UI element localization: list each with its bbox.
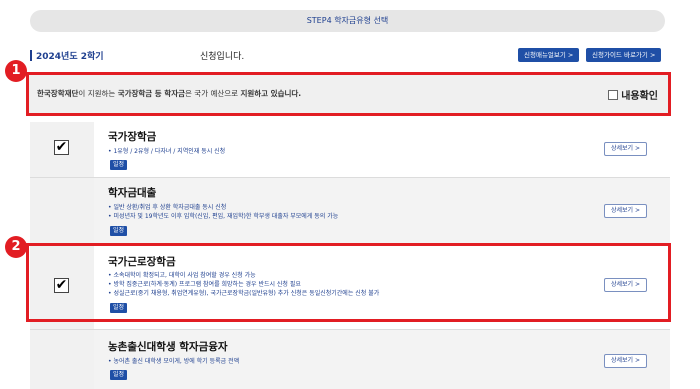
item-desc: • 성실근로(중기 채용형, 취업연계유형), 국가근로장학금(일반유형) 추가… (108, 290, 380, 297)
item-desc: • 소속대학이 확정되고, 대학이 사업 참여할 경우 신청 가능 (108, 272, 256, 279)
detail-button[interactable]: 상세보기 > (604, 142, 648, 156)
term-accent-bar (30, 50, 32, 61)
item-checkbox[interactable]: ✔ (54, 140, 69, 155)
guide-button[interactable]: 신청가이드 바로가기 > (586, 48, 662, 62)
schedule-badge[interactable]: 일정 (110, 303, 128, 313)
list-item-rural-loan: 농촌출신대학생 학자금융자 • 농어촌 출신 대학생 모이게, 방에 학기 등록… (30, 330, 670, 389)
notice-message: 한국장학재단이 지원하는 국가장학금 등 학자금은 국가 예산으로 지원하고 있… (37, 88, 301, 99)
notice-keyword: 국가장학금 등 학자금 (117, 89, 186, 98)
annotation-marker-2: 2 (5, 236, 27, 258)
detail-button[interactable]: 상세보기 > (604, 278, 648, 292)
term-label: 2024년도 2학기 (36, 52, 104, 62)
term-header: 2024년도 2학기 신청입니다. 신청매뉴얼보기 > 신청가이드 바로가기 > (30, 48, 670, 64)
annotation-marker-1: 1 (5, 60, 27, 82)
item-desc: • 방학 집중근로(하계·동계) 프로그램 참여를 희망하는 경우 반드시 신청… (108, 281, 301, 288)
list-item-national-scholarship: ✔ 국가장학금 • 1유형 / 2유형 / 다자녀 / 지역인재 동시 신청 일… (30, 122, 670, 178)
manual-button[interactable]: 신청매뉴얼보기 > (518, 48, 580, 62)
item-desc: • 1유형 / 2유형 / 다자녀 / 지역인재 동시 신청 (108, 148, 226, 155)
item-desc: • 일반 상환/취업 후 상환 학자금대출 동시 신청 (108, 204, 227, 211)
list-item-student-loan: 학자금대출 • 일반 상환/취업 후 상환 학자금대출 동시 신청 • 미성년자… (30, 178, 670, 244)
notice-text-a: 이 지원하는 (78, 89, 118, 98)
detail-button[interactable]: 상세보기 > (604, 354, 648, 368)
checkbox-column (30, 330, 94, 389)
confirm-checkbox[interactable]: 내용확인 (608, 87, 658, 102)
notice-text-b: 은 국가 예산으로 (185, 89, 241, 98)
notice-box: 한국장학재단이 지원하는 국가장학금 등 학자금은 국가 예산으로 지원하고 있… (26, 72, 671, 116)
scholarship-type-list: ✔ 국가장학금 • 1유형 / 2유형 / 다자녀 / 지역인재 동시 신청 일… (30, 122, 670, 389)
list-item-work-scholarship: ✔ 국가근로장학금 • 소속대학이 확정되고, 대학이 사업 참여할 경우 신청… (30, 244, 670, 330)
item-title: 국가장학금 (108, 131, 157, 143)
confirm-checkbox-box[interactable] (608, 89, 619, 100)
confirm-label: 내용확인 (621, 91, 658, 102)
item-title: 국가근로장학금 (108, 256, 176, 268)
schedule-badge[interactable]: 일정 (110, 160, 128, 170)
apply-status-text: 신청입니다. (200, 52, 245, 62)
item-title: 농촌출신대학생 학자금융자 (108, 341, 228, 353)
step-indicator: STEP4 학자금유형 선택 (30, 10, 665, 32)
notice-org: 한국장학재단 (37, 89, 79, 98)
item-desc: • 농어촌 출신 대학생 모이게, 방에 학기 등록금 전액 (108, 358, 240, 365)
item-title: 학자금대출 (108, 187, 157, 199)
item-desc: • 미성년자 및 19학년도 이후 입학(신입, 편입, 재입학)한 학부생 대… (108, 213, 339, 220)
notice-text-c: 지원하고 있습니다. (240, 89, 302, 98)
schedule-badge[interactable]: 일정 (110, 370, 128, 380)
schedule-badge[interactable]: 일정 (110, 226, 128, 236)
detail-button[interactable]: 상세보기 > (604, 204, 648, 218)
checkbox-column (30, 178, 94, 243)
item-checkbox[interactable]: ✔ (54, 278, 69, 293)
